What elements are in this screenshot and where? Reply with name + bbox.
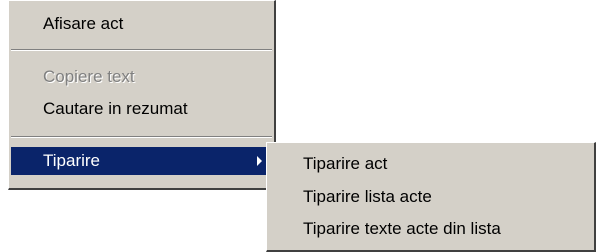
- menu-separator: [11, 49, 272, 51]
- context-menu: Afisare act Copiere text Cautare in rezu…: [8, 0, 276, 190]
- submenu-item-tiparire-act[interactable]: Tiparire act: [269, 150, 592, 178]
- menu-item-label: Tiparire texte acte din lista: [303, 219, 501, 238]
- menu-item-label: Cautare in rezumat: [43, 99, 188, 118]
- menu-item-label: Copiere text: [43, 67, 135, 86]
- menu-item-afisare-act[interactable]: Afisare act: [11, 10, 272, 38]
- menu-item-label: Tiparire: [43, 151, 100, 170]
- submenu-tiparire: Tiparire act Tiparire lista acte Tiparir…: [266, 142, 596, 252]
- submenu-item-tiparire-texte-acte-din-lista[interactable]: Tiparire texte acte din lista: [269, 215, 592, 243]
- submenu-item-tiparire-lista-acte[interactable]: Tiparire lista acte: [269, 183, 592, 211]
- menu-item-label: Tiparire lista acte: [303, 187, 432, 206]
- menu-item-copiere-text: Copiere text: [11, 63, 272, 91]
- menu-item-label: Tiparire act: [303, 154, 388, 173]
- submenu-arrow-icon: [257, 156, 262, 166]
- menu-item-label: Afisare act: [43, 14, 124, 33]
- menu-item-cautare-in-rezumat[interactable]: Cautare in rezumat: [11, 95, 272, 123]
- menu-item-tiparire[interactable]: Tiparire: [11, 147, 272, 175]
- menu-separator: [11, 136, 272, 138]
